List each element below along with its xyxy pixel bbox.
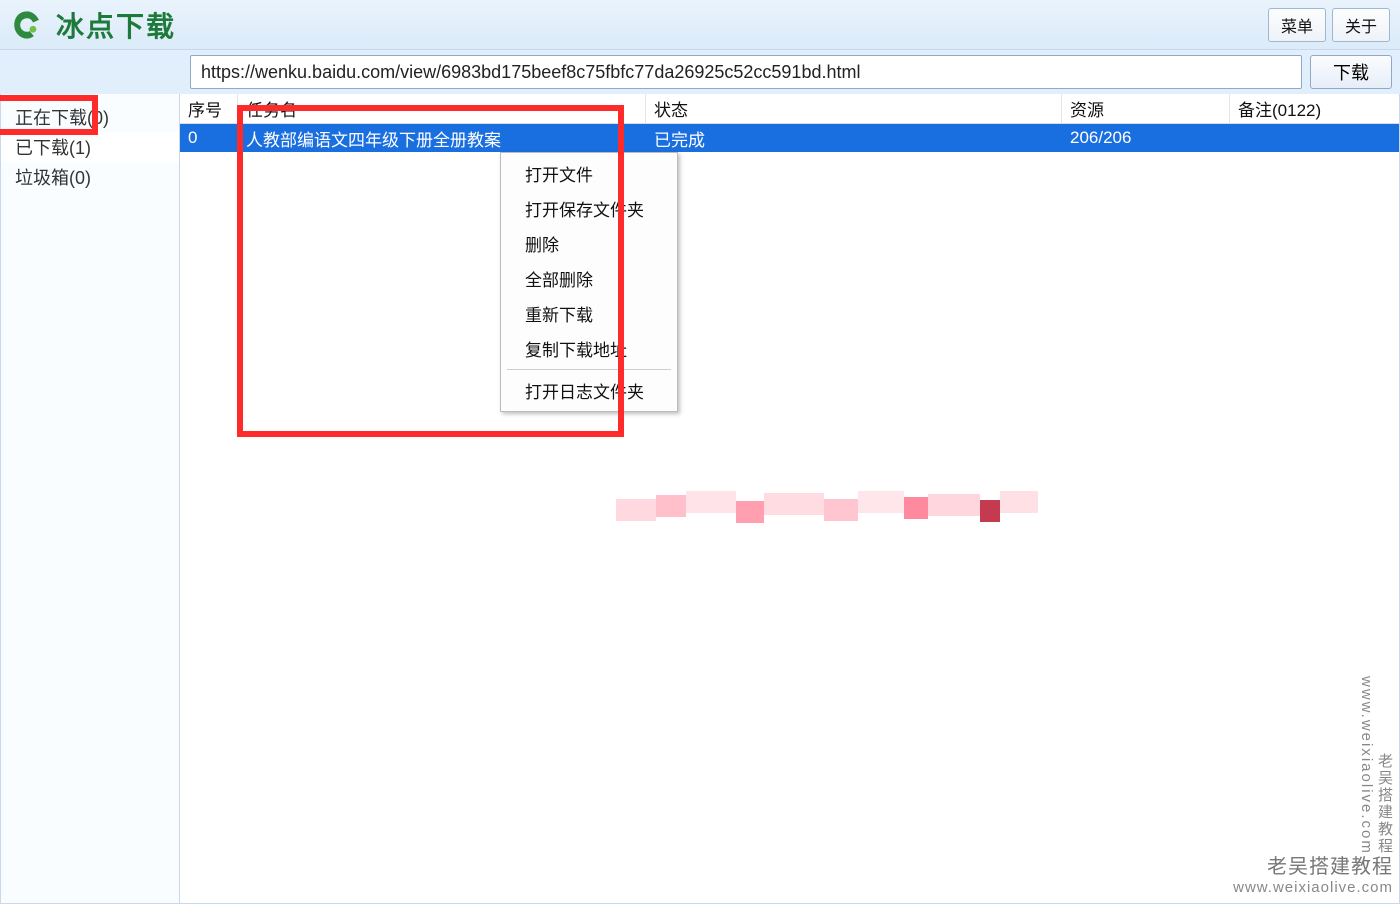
app-logo-icon xyxy=(10,8,44,42)
menu-delete[interactable]: 删除 xyxy=(501,226,677,261)
col-index[interactable]: 序号 xyxy=(180,94,238,123)
watermark: 老吴搭建教程 www.weixiaolive.com 老吴搭建教程 www.we… xyxy=(1233,855,1393,897)
main-panel: 序号 任务名 状态 资源 备注(0122) 0 人教部编语文四年级下册全册教案 … xyxy=(180,94,1400,904)
menu-open-file[interactable]: 打开文件 xyxy=(501,156,677,191)
top-buttons: 菜单 关于 xyxy=(1268,8,1390,42)
cell-resource: 206/206 xyxy=(1062,128,1230,148)
menu-delete-all[interactable]: 全部删除 xyxy=(501,261,677,296)
cell-state: 已完成 xyxy=(646,126,1062,151)
watermark-vertical: 老吴搭建教程 www.weixiaolive.com xyxy=(1357,676,1393,855)
about-button[interactable]: 关于 xyxy=(1332,8,1390,42)
download-button[interactable]: 下载 xyxy=(1310,55,1392,89)
cell-index: 0 xyxy=(180,128,238,148)
menu-separator xyxy=(507,369,671,370)
app-window: 冰点下载 菜单 关于 下载 正在下载(0) 已下载(1) 垃圾箱(0) 序号 任… xyxy=(0,0,1400,904)
col-name[interactable]: 任务名 xyxy=(238,94,646,123)
context-menu: 打开文件 打开保存文件夹 删除 全部删除 重新下载 复制下载地址 打开日志文件夹 xyxy=(500,152,678,412)
table-row[interactable]: 0 人教部编语文四年级下册全册教案 已完成 206/206 xyxy=(180,124,1399,152)
menu-copy-url[interactable]: 复制下载地址 xyxy=(501,331,677,366)
body: 正在下载(0) 已下载(1) 垃圾箱(0) 序号 任务名 状态 资源 备注(01… xyxy=(0,94,1400,904)
watermark-line2: www.weixiaolive.com xyxy=(1233,879,1393,897)
cell-name: 人教部编语文四年级下册全册教案 xyxy=(238,126,646,151)
watermark-line1: 老吴搭建教程 xyxy=(1233,855,1393,879)
menu-button[interactable]: 菜单 xyxy=(1268,8,1326,42)
table-header: 序号 任务名 状态 资源 备注(0122) xyxy=(180,94,1399,124)
titlebar: 冰点下载 菜单 关于 xyxy=(0,0,1400,50)
url-input[interactable] xyxy=(190,55,1302,89)
sidebar-item-downloaded[interactable]: 已下载(1) xyxy=(1,132,179,162)
menu-open-folder[interactable]: 打开保存文件夹 xyxy=(501,191,677,226)
menu-open-log-folder[interactable]: 打开日志文件夹 xyxy=(501,373,677,408)
app-title: 冰点下载 xyxy=(56,5,176,45)
menu-redownload[interactable]: 重新下载 xyxy=(501,296,677,331)
sidebar-item-trash[interactable]: 垃圾箱(0) xyxy=(1,162,179,192)
col-resource[interactable]: 资源 xyxy=(1062,94,1230,123)
url-row: 下载 xyxy=(0,50,1400,94)
col-note[interactable]: 备注(0122) xyxy=(1230,94,1399,123)
sidebar: 正在下载(0) 已下载(1) 垃圾箱(0) xyxy=(0,94,180,904)
col-state[interactable]: 状态 xyxy=(646,94,1062,123)
censor-bar xyxy=(616,491,1106,527)
sidebar-item-downloading[interactable]: 正在下载(0) xyxy=(1,102,179,132)
